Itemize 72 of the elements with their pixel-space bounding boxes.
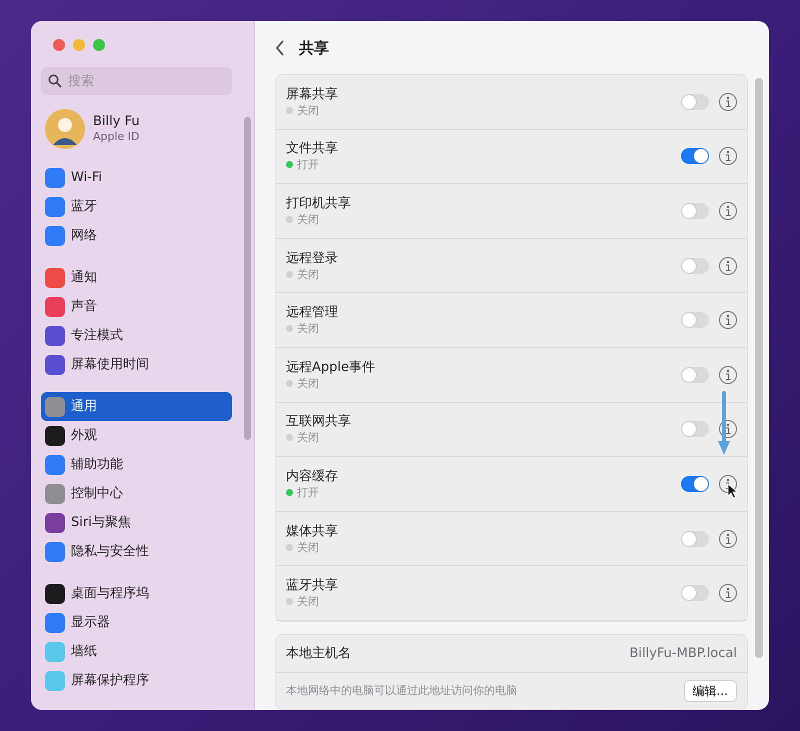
close-button[interactable]: [53, 39, 65, 51]
toggle-switch[interactable]: [681, 202, 709, 219]
sidebar-item[interactable]: 外观: [41, 421, 232, 450]
toggle-switch[interactable]: [681, 258, 709, 274]
toggle-switch[interactable]: [681, 421, 709, 438]
toggle-switch[interactable]: [681, 94, 709, 110]
service-status: 打开: [297, 484, 319, 500]
info-icon[interactable]: [719, 202, 737, 220]
sidebar-item[interactable]: 墙纸: [41, 637, 232, 666]
info-icon[interactable]: [719, 147, 737, 166]
toggle-switch[interactable]: [681, 148, 709, 164]
info-icon[interactable]: [719, 92, 737, 111]
info-icon[interactable]: [719, 584, 737, 602]
sidebar-item[interactable]: 隐私与安全性: [41, 537, 232, 566]
search-field[interactable]: 搜索: [41, 67, 232, 95]
service-name: 内容缓存: [286, 468, 339, 485]
sidebar-item[interactable]: 桌面与程序坞: [41, 579, 232, 608]
hostname-value: BillyFu-MBP.local: [629, 644, 737, 663]
toggle-switch[interactable]: [681, 585, 709, 602]
annotation-arrow: [717, 391, 731, 457]
hostname-description: 本地网络中的电脑可以通过此地址访问你的电脑: [286, 682, 517, 699]
service-status: 关闭: [297, 266, 319, 282]
sidebar-item[interactable]: 声音: [41, 292, 232, 321]
sidebar-item[interactable]: 网络: [41, 221, 232, 250]
sidebar-item[interactable]: Siri与聚焦: [41, 508, 232, 537]
service-name: 远程Apple事件: [286, 358, 376, 376]
service-name: 打印机共享: [286, 194, 352, 212]
scrollbar[interactable]: [755, 78, 763, 658]
toggle-switch[interactable]: [681, 366, 709, 383]
toggle-switch[interactable]: [681, 476, 709, 492]
toggle-switch[interactable]: [681, 312, 709, 328]
sidebar-item[interactable]: 蓝牙: [41, 192, 232, 221]
service-name: 远程管理: [286, 304, 339, 322]
avatar-icon[interactable]: [45, 109, 85, 149]
service-status: 关闭: [297, 376, 319, 391]
info-icon[interactable]: [719, 530, 737, 548]
sidebar-item[interactable]: 控制中心: [41, 479, 232, 508]
service-name: 屏幕共享: [286, 86, 339, 103]
sidebar-item[interactable]: 显示器: [41, 608, 232, 637]
service-status: 关闭: [297, 102, 319, 118]
sidebar-item[interactable]: 辅助功能: [41, 450, 232, 479]
sidebar-item[interactable]: 通知: [41, 263, 232, 292]
service-name: 远程登录: [286, 250, 339, 267]
scrollbar[interactable]: [244, 117, 251, 440]
hostname-label: 本地主机名: [286, 644, 351, 663]
sidebar-item[interactable]: 屏幕使用时间: [41, 350, 232, 379]
info-icon[interactable]: [719, 311, 737, 330]
service-name: 媒体共享: [286, 522, 339, 540]
info-icon[interactable]: [719, 420, 737, 438]
sidebar-item[interactable]: Wi-Fi: [41, 163, 232, 192]
cursor-icon: [727, 483, 738, 500]
back-icon[interactable]: [275, 40, 285, 56]
service-status: 打开: [297, 157, 319, 172]
service-name: 文件共享: [286, 140, 339, 158]
service-status: 关闭: [297, 212, 319, 227]
sidebar-item[interactable]: 专注模式: [41, 321, 232, 350]
service-status: 关闭: [297, 540, 319, 555]
search-icon: [48, 74, 62, 88]
account-name[interactable]: Billy Fu: [93, 114, 140, 130]
info-icon[interactable]: [719, 256, 737, 275]
sidebar-item[interactable]: 通用: [41, 392, 232, 421]
account-subtitle: Apple ID: [93, 130, 140, 144]
service-name: 互联网共享: [286, 413, 352, 430]
toggle-switch[interactable]: [681, 530, 709, 547]
service-status: 关闭: [297, 430, 319, 446]
service-status: 关闭: [297, 321, 319, 336]
page-title: 共享: [299, 38, 329, 56]
sidebar-item[interactable]: 屏幕保护程序: [41, 666, 232, 695]
service-name: 蓝牙共享: [286, 577, 339, 594]
info-icon[interactable]: [719, 366, 737, 384]
service-status: 关闭: [297, 594, 319, 610]
edit-button[interactable]: 编辑...: [684, 680, 737, 702]
